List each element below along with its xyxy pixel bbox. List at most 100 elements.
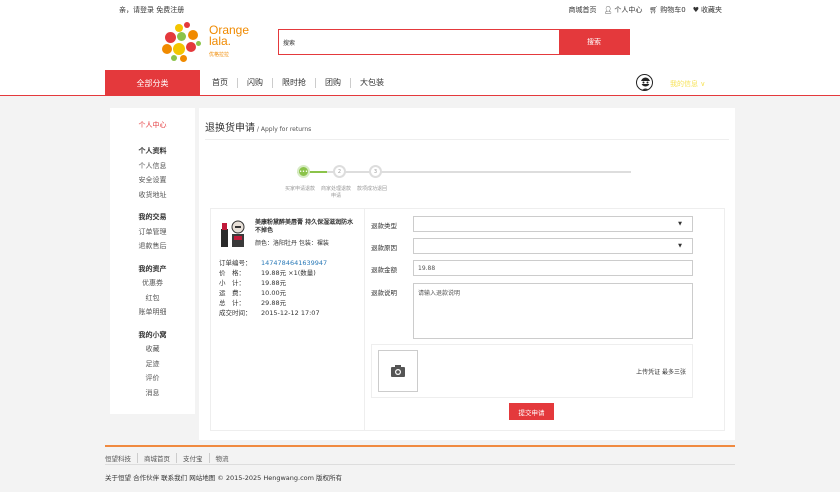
- sidebar-section-title: 我的交易: [138, 213, 167, 221]
- search-input[interactable]: [279, 30, 559, 54]
- chevron-down-icon: ▼: [678, 221, 682, 227]
- sidebar-item-favorites[interactable]: 收藏: [110, 342, 195, 357]
- logo-brand: Orange lala.: [209, 24, 249, 48]
- footer-links: 恒望科技 商城首页 支付宝 物流: [105, 453, 235, 463]
- logo-dot: [188, 30, 198, 40]
- nav-item-limited[interactable]: 限时抢: [272, 78, 315, 88]
- order-number-link[interactable]: 1474784641639947: [261, 258, 327, 268]
- step-2: 2: [333, 165, 346, 178]
- product-spec: 颜色：洛阳牡丹 包装：裸装: [255, 240, 329, 247]
- sidebar-item-messages[interactable]: 消息: [110, 386, 195, 401]
- sidebar-item-refunds[interactable]: 退款售后: [110, 239, 195, 254]
- mall-home-link[interactable]: 商城首页: [568, 5, 596, 15]
- sidebar-item-address[interactable]: 收货地址: [110, 188, 195, 203]
- sidebar-section-title: 我的资产: [138, 264, 167, 273]
- product-name[interactable]: 美康粉黛醉美唇膏 持久保湿滋润防水不掉色: [255, 219, 359, 235]
- footer-separator: [105, 464, 735, 465]
- nav-item-home[interactable]: 首页: [212, 78, 237, 88]
- refund-type-select[interactable]: ▼: [413, 216, 693, 232]
- mall-home-label: 商城首页: [568, 6, 597, 14]
- search-bar: 搜索: [278, 29, 630, 55]
- logo-subtitle: 优格拉拉: [209, 52, 230, 58]
- title-divider: [205, 139, 729, 140]
- nav-items: 首页 闪购 限时抢 团购 大包装: [212, 78, 393, 88]
- logo-dot: [177, 32, 186, 41]
- sidebar-item-footprints[interactable]: 足迹: [110, 357, 195, 372]
- order-row: 价 格： 19.88元 ×1(数量): [219, 268, 327, 278]
- sidebar-item-reviews[interactable]: 评价: [110, 371, 195, 386]
- refund-type-label: 退款类型: [371, 222, 397, 230]
- logo-dot: [171, 55, 177, 61]
- order-key: 运 费：: [219, 289, 245, 297]
- progress-track: [297, 171, 631, 173]
- chevron-down-icon: ▼: [678, 243, 682, 249]
- order-row: 订单编号： 1474784641639947: [219, 258, 327, 268]
- cart-link[interactable]: 🛒︎ 购物车0: [649, 5, 685, 15]
- order-details: 订单编号： 1474784641639947 价 格： 19.88元 ×1(数量) …: [219, 258, 327, 318]
- header: Orange lala. 优格拉拉 搜索: [0, 18, 840, 70]
- user-center-link[interactable]: 👤︎ 个人中心: [603, 5, 642, 15]
- sidebar-item-orders[interactable]: 订单管理: [110, 225, 195, 240]
- refund-desc-textarea[interactable]: 请输入退款说明: [413, 283, 693, 339]
- top-bar: 亲，请登录 免费注册 商城首页 👤︎ 个人中心 🛒︎ 购物车0 ♥ 收藏夹: [0, 0, 840, 18]
- product-image[interactable]: [219, 217, 245, 249]
- copyright: 关于恒望 合作伙伴 联系我们 网站地图 © 2015-2025 Hengwang…: [105, 474, 343, 482]
- order-value: 10.00元: [261, 289, 287, 297]
- login-register-link[interactable]: 亲，请登录 免费注册: [119, 5, 184, 15]
- footer-link[interactable]: 物流: [208, 453, 235, 463]
- logo-dot: [175, 24, 183, 32]
- logo-dot: [180, 55, 187, 62]
- main-nav: 全部分类 首页 闪购 限时抢 团购 大包装 我的信息 ∨: [0, 70, 840, 96]
- search-button[interactable]: 搜索: [559, 30, 629, 54]
- sidebar-item-coupons[interactable]: 优惠券: [110, 276, 195, 291]
- footer-link[interactable]: 恒望科技: [105, 453, 137, 463]
- user-menu[interactable]: 我的信息 ∨: [670, 79, 705, 89]
- step-3: 3: [369, 165, 382, 178]
- refund-desc-label: 退款说明: [371, 289, 397, 297]
- upload-area: 上传凭证 最多三张: [371, 344, 693, 398]
- user-center-label: 个人中心: [614, 6, 643, 14]
- footer-link[interactable]: 支付宝: [176, 453, 209, 463]
- sidebar-section-profile: 个人资料 个人信息 安全设置 收货地址: [110, 144, 195, 202]
- nav-item-flash[interactable]: 闪购: [237, 78, 272, 88]
- sidebar-item-bills[interactable]: 账单明细: [110, 305, 195, 320]
- footer-link[interactable]: 商城首页: [137, 453, 176, 463]
- logo[interactable]: Orange lala. 优格拉拉: [162, 22, 252, 62]
- sidebar: 个人中心 个人资料 个人信息 安全设置 收货地址 我的交易 订单管理 退款售后 …: [110, 108, 195, 414]
- order-key: 订单编号：: [219, 259, 252, 267]
- order-value: 19.88元 ×1(数量): [261, 269, 316, 277]
- upload-button[interactable]: [378, 350, 418, 392]
- refund-form: 退款类型 ▼ 退款原因 ▼ 退款金额 19.88 退款说明 请输入退款说明 上传…: [364, 208, 725, 431]
- user-icon: 👤︎: [603, 6, 613, 14]
- order-info-panel: 美康粉黛醉美唇膏 持久保湿滋润防水不掉色 颜色：洛阳牡丹 包装：裸装 订单编号：…: [210, 208, 365, 431]
- refund-amount-input[interactable]: 19.88: [413, 260, 693, 276]
- sidebar-item-personal-info[interactable]: 个人信息: [110, 159, 195, 174]
- step-label-1: 买家申请退款: [285, 186, 316, 192]
- logo-dot: [165, 32, 176, 43]
- step-label-2: 商家处理退款申请: [321, 186, 352, 199]
- nav-item-group[interactable]: 团购: [315, 78, 350, 88]
- logo-dot: [184, 22, 190, 28]
- avatar[interactable]: [636, 74, 653, 91]
- logo-dot: [173, 43, 185, 55]
- favorites-label: 收藏夹: [701, 6, 722, 14]
- order-key: 总 计：: [219, 299, 245, 307]
- all-categories-button[interactable]: 全部分类: [105, 70, 200, 96]
- favorites-link[interactable]: ♥ 收藏夹: [693, 5, 722, 15]
- logo-brand-line2: lala.: [209, 34, 232, 48]
- step-1: •••: [297, 165, 310, 178]
- submit-button[interactable]: 提交申请: [509, 403, 554, 420]
- order-key: 成交时间：: [219, 309, 252, 317]
- nav-item-bulk[interactable]: 大包装: [350, 78, 393, 88]
- page-title-text: 退换货申请: [205, 123, 255, 134]
- sidebar-item-red-packets[interactable]: 红包: [110, 291, 195, 306]
- order-value: 29.88元: [261, 299, 287, 307]
- sidebar-section-trade: 我的交易 订单管理 退款售后: [110, 210, 195, 254]
- sidebar-personal-center[interactable]: 个人中心: [110, 120, 195, 130]
- order-row: 小 计： 19.88元: [219, 278, 327, 288]
- refund-reason-select[interactable]: ▼: [413, 238, 693, 254]
- logo-dot: [162, 44, 172, 54]
- logo-dot: [196, 41, 201, 46]
- sidebar-item-security[interactable]: 安全设置: [110, 173, 195, 188]
- sidebar-section-nest: 我的小窝 收藏 足迹 评价 消息: [110, 328, 195, 401]
